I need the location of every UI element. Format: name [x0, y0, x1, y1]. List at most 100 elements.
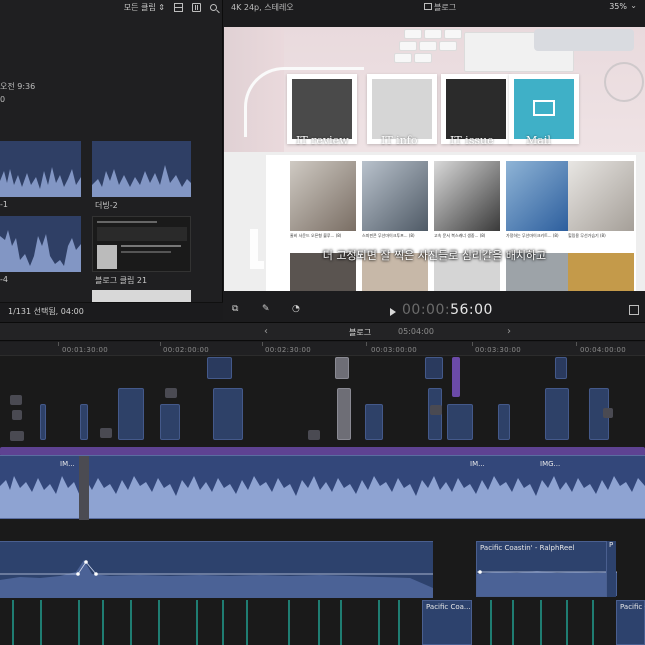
audio-waveform — [477, 570, 617, 596]
connected-clip[interactable] — [80, 404, 88, 440]
connected-clip[interactable] — [498, 404, 510, 440]
keyboard-key — [394, 53, 412, 63]
timecode-display: 00:00:56:00 — [402, 302, 493, 318]
gap-clip[interactable] — [79, 456, 89, 520]
timeline-ruler[interactable]: 00:01:30:00 00:02:00:00 00:02:30:00 00:0… — [0, 342, 645, 356]
connected-clip[interactable] — [40, 404, 46, 440]
connected-clip[interactable] — [425, 357, 443, 379]
speed-icon[interactable]: ◔ — [292, 304, 304, 314]
sfx-clip[interactable] — [288, 600, 290, 645]
timeline-project-name[interactable]: 블로그 — [349, 327, 371, 338]
audio-waveform — [0, 476, 645, 518]
chevron-down-icon[interactable]: ⌄ — [630, 1, 637, 10]
music-clip[interactable]: Pacific Coastin' - RalphReel — [476, 541, 617, 597]
forward-icon[interactable]: › — [507, 326, 511, 337]
marker-label[interactable] — [12, 410, 22, 420]
sfx-clip[interactable] — [540, 600, 542, 645]
connected-clip[interactable] — [545, 388, 569, 440]
card-label: IT review — [296, 134, 349, 147]
sfx-clip[interactable] — [130, 600, 132, 645]
post-caption: 고속 문서 복스캐너 생중... (8) — [434, 233, 486, 238]
sfx-clip[interactable] — [566, 600, 568, 645]
clip-name: Pacific Coastin' - RalphReel — [480, 544, 575, 552]
sfx-clip[interactable] — [78, 600, 80, 645]
marker-label[interactable] — [100, 428, 112, 438]
connected-clip[interactable] — [555, 357, 567, 379]
ruler-tick: 00:04:00:00 — [580, 346, 627, 354]
clapper-icon — [424, 3, 432, 10]
clip-thumbnail[interactable] — [92, 216, 191, 272]
viewer-panel: 4K 24p, 스테레오 블로그 35% ⌄ IT review IT info… — [224, 0, 645, 320]
clip-filter-menu[interactable]: 모든 클립 ⇕ — [124, 2, 165, 13]
mail-icon — [533, 100, 555, 116]
clip-thumbnail[interactable] — [0, 141, 81, 197]
sfx-clip[interactable] — [12, 600, 14, 645]
connected-clip[interactable] — [213, 388, 243, 440]
list-view-icon[interactable] — [192, 3, 201, 12]
connected-clip[interactable] — [335, 357, 349, 379]
connected-clip[interactable] — [207, 357, 232, 379]
back-icon[interactable]: ‹ — [264, 326, 268, 337]
sfx-clip[interactable] — [318, 600, 320, 645]
search-icon[interactable] — [210, 4, 217, 11]
video-preview[interactable]: IT review IT info IT issue Mail 줄비 사운드 오… — [224, 27, 645, 291]
ruler-tick: 00:03:30:00 — [475, 346, 522, 354]
post-caption: 힐링용 무선가습기 (8) — [568, 233, 606, 238]
sfx-clip[interactable] — [102, 600, 104, 645]
fullscreen-icon[interactable] — [629, 305, 639, 315]
sfx-clip[interactable] — [158, 600, 160, 645]
clip-name: Pacific Coa... — [426, 603, 471, 611]
marker-label[interactable] — [603, 408, 613, 418]
sfx-clip[interactable] — [398, 600, 400, 645]
browser-status: 1/131 선택됨, 04:00 — [0, 302, 223, 320]
clip-label: -4 — [0, 275, 8, 284]
clip-thumbnail[interactable] — [92, 290, 191, 302]
sfx-clip[interactable] — [378, 600, 380, 645]
keyboard-key — [419, 41, 437, 51]
filmstrip-icon[interactable] — [174, 3, 183, 12]
connected-clip[interactable] — [337, 388, 351, 440]
post-caption: 스피핀콘 무선마이크투프... (8) — [362, 233, 415, 238]
zoom-menu[interactable]: 35% — [609, 2, 627, 11]
sfx-clip[interactable] — [246, 600, 248, 645]
ruler-tick: 00:02:00:00 — [163, 346, 210, 354]
sfx-clip[interactable] — [592, 600, 594, 645]
sfx-clip[interactable] — [340, 600, 342, 645]
sfx-clip[interactable] — [490, 600, 492, 645]
sfx-clip[interactable] — [222, 600, 224, 645]
marker-label[interactable] — [10, 395, 22, 405]
sfx-clip[interactable] — [512, 600, 514, 645]
connected-clip[interactable] — [160, 404, 180, 440]
sfx-clip[interactable] — [196, 600, 198, 645]
timeline-duration: 05:04:00 — [398, 327, 434, 336]
sfx-clip[interactable]: Pacific Coa... — [422, 600, 472, 645]
music-clip[interactable] — [0, 541, 433, 598]
title-clip[interactable] — [452, 357, 460, 397]
viewer-toolbar: 4K 24p, 스테레오 블로그 35% ⌄ — [224, 0, 645, 14]
connected-clip[interactable] — [365, 404, 383, 440]
keyboard-key — [399, 41, 417, 51]
browser-panel: 모든 클립 ⇕ 오전 9:36 0 -1 더빙-2 -4 블로그 클립 21 1… — [0, 0, 223, 320]
play-icon[interactable] — [390, 308, 396, 316]
keyboard-key — [414, 53, 432, 63]
device — [534, 29, 634, 51]
marker-label[interactable] — [165, 388, 177, 398]
marker-label[interactable] — [10, 431, 24, 441]
sfx-clip[interactable]: Pacific Coa... — [616, 600, 645, 645]
timeline[interactable]: 00:01:30:00 00:02:00:00 00:02:30:00 00:0… — [0, 342, 645, 645]
blog-post: 고속 문서 복스캐너 생중... (8) — [434, 161, 500, 243]
blog-grid: 줄비 사운드 오픈형 블루... (8) 스피핀콘 무선마이크투프... (8)… — [266, 155, 636, 291]
viewer-controls: ⧉ ✎ ◔ 00:00:56:00 — [224, 300, 645, 320]
enhance-icon[interactable]: ✎ — [262, 304, 274, 314]
connected-clip[interactable] — [447, 404, 473, 440]
marker-label[interactable] — [308, 430, 320, 440]
connected-clip[interactable] — [118, 388, 144, 440]
card-label: Mail — [526, 134, 551, 147]
crop-icon[interactable]: ⧉ — [232, 304, 244, 314]
marker-label[interactable] — [430, 405, 442, 415]
primary-storyline[interactable]: IM... IM... IMG... — [0, 455, 645, 519]
clip-thumbnail[interactable] — [92, 141, 191, 197]
clip-thumbnail[interactable] — [0, 216, 81, 272]
sfx-clip[interactable] — [40, 600, 42, 645]
music-clip[interactable]: P — [606, 541, 616, 597]
